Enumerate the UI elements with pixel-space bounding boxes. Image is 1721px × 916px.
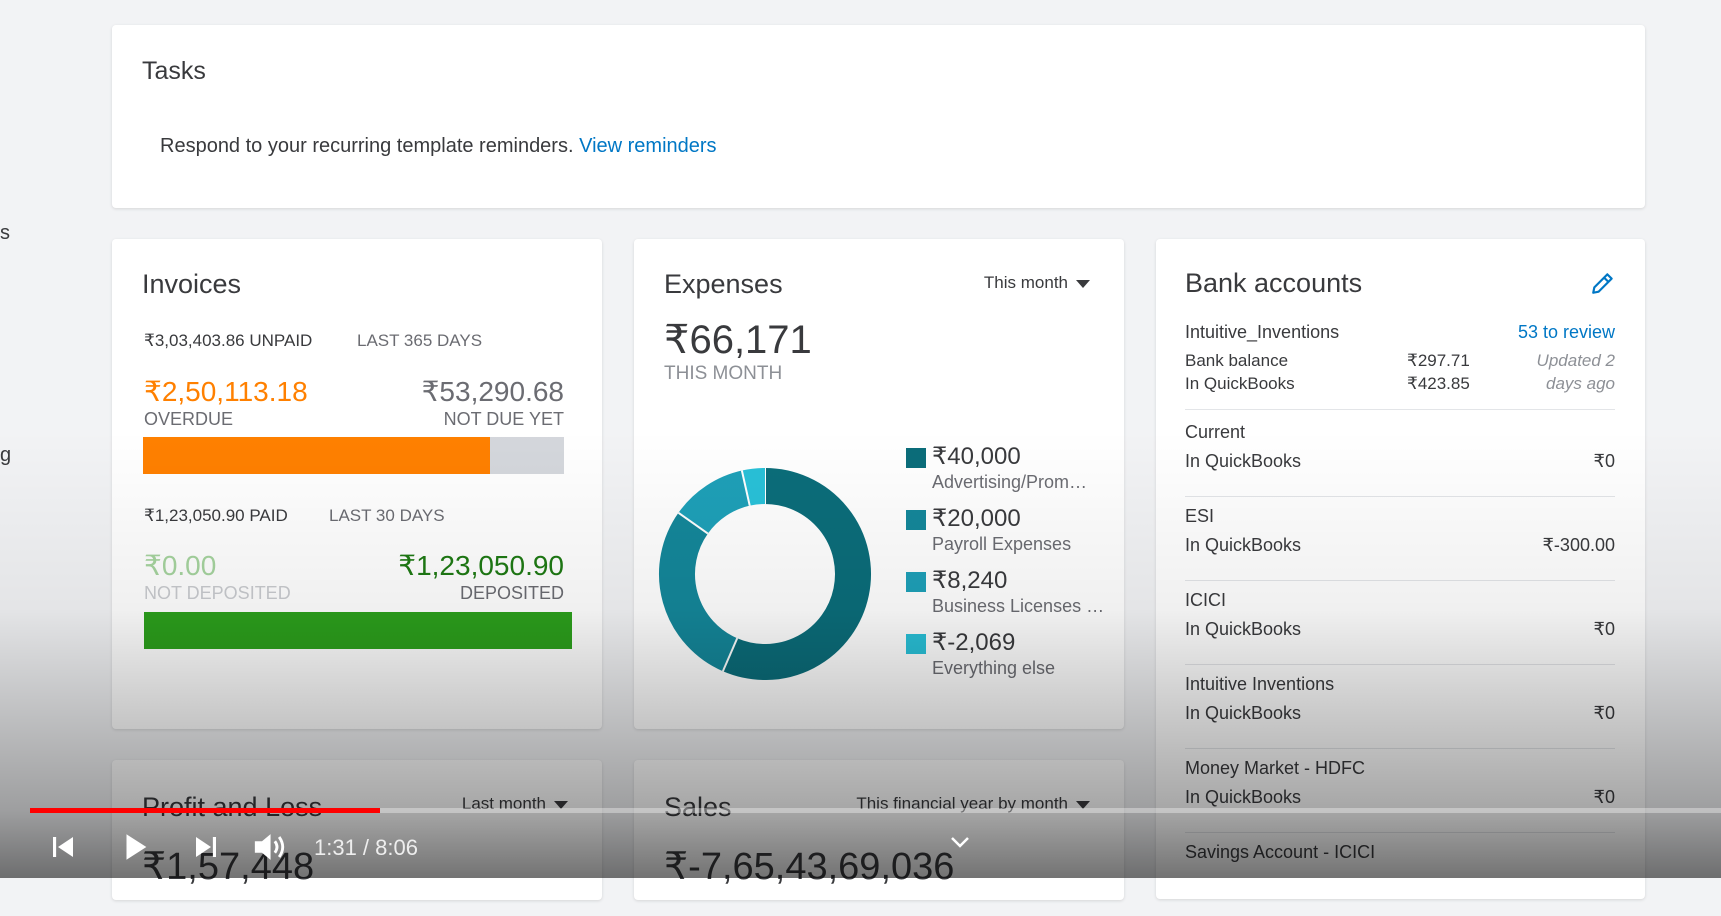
bank-accounts-title: Bank accounts (1185, 268, 1363, 298)
bank-balance-label: Bank balance (1185, 351, 1289, 370)
bank-account-value: ₹0 (1593, 619, 1615, 639)
legend-swatch-everything-else (906, 634, 926, 654)
bank-account-row[interactable]: Intuitive Inventions In QuickBooks ₹0 (1185, 664, 1615, 749)
bank-account-name: ICICI (1185, 590, 1227, 610)
video-time: 1:31 / 8:06 (314, 835, 418, 860)
legend-value-business-licenses[interactable]: ₹8,240 (932, 566, 1007, 595)
volume-icon[interactable] (252, 829, 292, 865)
overdue-bar-segment[interactable] (143, 437, 490, 474)
bank-balance-value: ₹297.71 (1407, 351, 1470, 370)
legend-label-advertising: Advertising/Prom… (932, 472, 1088, 492)
deposited-label: DEPOSITED (459, 583, 564, 603)
bank-account-value: ₹-300.00 (1542, 535, 1615, 555)
unpaid-bar[interactable] (143, 437, 564, 474)
expenses-period-label: This month (983, 273, 1068, 292)
updated-status-line2: days ago (1546, 374, 1615, 393)
legend-swatch-business-licenses (906, 572, 926, 592)
tasks-title: Tasks (142, 57, 206, 85)
bank-account-sub: In QuickBooks (1185, 451, 1302, 471)
sidebar-fragment-2[interactable]: g (0, 444, 11, 467)
donut-slice-everything-else[interactable] (741, 468, 766, 506)
bank-account-name: Intuitive Inventions (1185, 674, 1335, 694)
deposited-bar[interactable] (144, 612, 572, 649)
to-review-link[interactable]: 53 to review (1518, 322, 1615, 343)
video-player-controls: 1:31 / 8:06 (0, 800, 1721, 878)
overdue-amount[interactable]: ₹2,50,113.18 (144, 375, 308, 408)
updated-status-line1: Updated 2 (1536, 351, 1615, 370)
legend-value-advertising[interactable]: ₹40,000 (932, 442, 1021, 471)
legend-label-payroll: Payroll Expenses (932, 534, 1072, 554)
invoices-card: Invoices ₹3,03,403.86 UNPAID LAST 365 DA… (112, 239, 602, 729)
donut-slice-payroll[interactable] (659, 512, 738, 672)
expenses-donut-chart[interactable] (650, 459, 880, 689)
notdeposited-amount[interactable]: ₹0.00 (144, 549, 216, 582)
expenses-total-label: THIS MONTH (664, 363, 783, 384)
tasks-message: Respond to your recurring template remin… (160, 135, 574, 157)
notdeposited-label: NOT DEPOSITED (144, 583, 291, 603)
qb-balance-value: ₹423.85 (1407, 374, 1470, 393)
pencil-edit-icon[interactable] (1590, 270, 1616, 296)
overdue-label: OVERDUE (144, 409, 234, 429)
bank-account-row[interactable]: ICICI In QuickBooks ₹0 (1185, 580, 1615, 665)
bank-account-sub: In QuickBooks (1185, 535, 1302, 555)
play-icon[interactable] (118, 830, 152, 864)
expenses-total: ₹66,171 (664, 318, 812, 362)
view-reminders-link[interactable]: View reminders (579, 135, 716, 157)
expenses-card: Expenses This month ₹66,171 THIS MONTH ₹… (634, 239, 1124, 729)
primary-account-name[interactable]: Intuitive_Inventions (1185, 322, 1339, 343)
bank-account-name: ESI (1185, 506, 1215, 526)
unpaid-period: LAST 365 DAYS (357, 331, 483, 350)
legend-label-everything-else: Everything else (932, 658, 1056, 678)
paid-summary: ₹1,23,050.90 PAID (144, 506, 288, 525)
previous-icon[interactable] (48, 832, 78, 862)
donut-slice-advertising[interactable] (722, 468, 871, 680)
bank-account-name: Current (1185, 422, 1246, 442)
sidebar-fragment-1[interactable]: s (0, 222, 10, 245)
legend-value-everything-else[interactable]: ₹-2,069 (932, 628, 1015, 657)
unpaid-summary: ₹3,03,403.86 UNPAID (144, 331, 313, 350)
chevron-down-icon (1076, 279, 1090, 288)
bank-account-sub: In QuickBooks (1185, 703, 1302, 723)
bank-account-sub: In QuickBooks (1185, 619, 1302, 639)
legend-swatch-advertising (906, 448, 926, 468)
bank-account-row[interactable]: Current In QuickBooks ₹0 (1185, 412, 1615, 497)
tasks-message-line: Respond to your recurring template remin… (160, 135, 717, 158)
paid-period: LAST 30 DAYS (329, 506, 445, 525)
notdue-label: NOT DUE YET (443, 409, 564, 429)
deposited-amount[interactable]: ₹1,23,050.90 (398, 549, 564, 582)
legend-swatch-payroll (906, 510, 926, 530)
expenses-period-dropdown[interactable]: This month (984, 273, 1090, 293)
bank-account-value: ₹0 (1593, 451, 1615, 471)
primary-divider (1185, 409, 1615, 410)
bank-account-name: Money Market - HDFC (1185, 758, 1366, 778)
invoices-title: Invoices (142, 269, 242, 299)
chevron-down-icon[interactable] (948, 834, 972, 850)
notdue-amount[interactable]: ₹53,290.68 (422, 375, 564, 408)
legend-label-business-licenses: Business Licenses … (932, 596, 1105, 616)
tasks-card: Tasks Respond to your recurring template… (112, 25, 1645, 208)
bank-account-value: ₹0 (1593, 703, 1615, 723)
qb-balance-label: In QuickBooks (1185, 374, 1295, 393)
legend-value-payroll[interactable]: ₹20,000 (932, 504, 1021, 533)
bank-account-row[interactable]: ESI In QuickBooks ₹-300.00 (1185, 496, 1615, 581)
donut-slice-business-licenses[interactable] (678, 470, 751, 535)
expenses-title: Expenses (664, 269, 783, 299)
next-icon[interactable] (191, 832, 221, 862)
